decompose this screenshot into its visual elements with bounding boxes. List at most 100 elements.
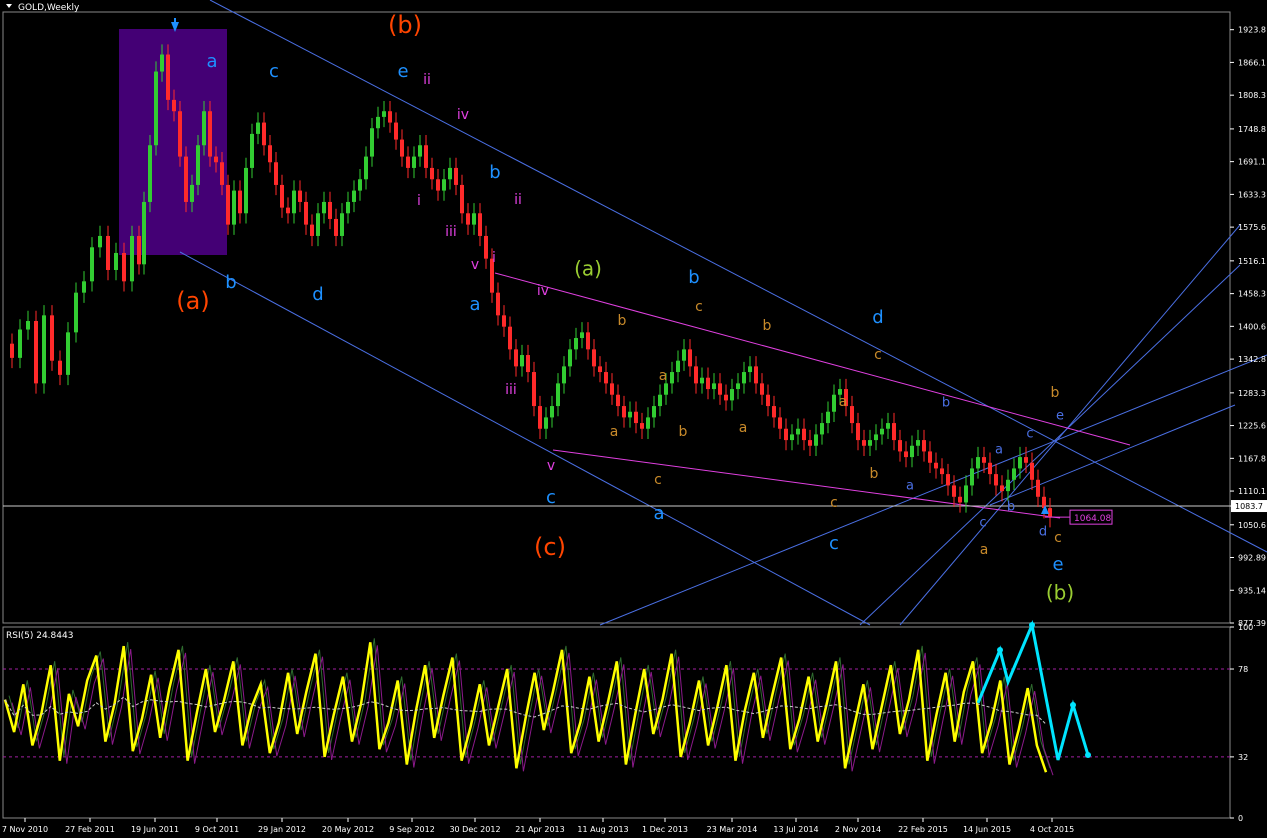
- candle-body: [964, 485, 968, 503]
- x-tick-label: 2 Nov 2014: [835, 825, 881, 834]
- candle-body: [142, 201, 146, 265]
- wave-label: c: [1026, 427, 1033, 442]
- candle-body: [892, 423, 896, 441]
- rsi-y-tick-label: 100: [1238, 623, 1253, 632]
- candle-body: [256, 122, 260, 134]
- candle-body: [484, 235, 488, 259]
- candle-body: [970, 468, 974, 486]
- y-tick-label: 1400.6: [1238, 322, 1266, 331]
- candle-body: [274, 162, 278, 185]
- candle-body: [952, 485, 956, 497]
- y-tick-label: 1691.1: [1238, 158, 1266, 167]
- candle-body: [766, 394, 770, 407]
- candle-body: [1036, 479, 1040, 497]
- candle-body: [904, 451, 908, 458]
- channel-line: [599, 354, 1267, 626]
- candle-body: [874, 434, 878, 441]
- candle-body: [742, 372, 746, 384]
- candle-body: [796, 428, 800, 435]
- candle-body: [310, 224, 314, 236]
- channel-line: [989, 404, 1236, 506]
- candle-body: [652, 406, 656, 418]
- candle-body: [1012, 468, 1016, 480]
- y-tick-label: 1808.3: [1238, 91, 1266, 100]
- candle-body: [646, 417, 650, 429]
- wave-label: a: [980, 542, 989, 558]
- wave-label: iii: [505, 382, 517, 398]
- candle-body: [178, 111, 182, 157]
- candle-body: [304, 201, 308, 225]
- x-tick-label: 9 Oct 2011: [195, 825, 239, 834]
- candle-body: [262, 122, 266, 146]
- candle-body: [622, 406, 626, 418]
- candle-body: [166, 54, 170, 100]
- candle-body: [706, 377, 710, 390]
- candle-body: [976, 457, 980, 469]
- wave-label: iii: [445, 224, 457, 240]
- wave-label: c: [1054, 530, 1062, 546]
- candle-body: [202, 111, 206, 146]
- candle-body: [694, 366, 698, 384]
- candle-body: [137, 235, 141, 265]
- arrow-head-icon: [1085, 752, 1091, 758]
- candle-body: [772, 406, 776, 418]
- arrow-head-icon: [1029, 622, 1035, 628]
- y-tick-label: 1866.1: [1238, 58, 1266, 67]
- candle-body: [802, 428, 806, 441]
- y-tick-label: 1110.1: [1238, 487, 1266, 496]
- candle-body: [640, 423, 644, 429]
- wave-label: a: [739, 420, 748, 436]
- wave-label: (a): [574, 257, 602, 281]
- y-tick-label: 1575.6: [1238, 223, 1266, 232]
- candle-body: [868, 440, 872, 446]
- candle-body: [226, 184, 230, 225]
- candle-body: [298, 190, 302, 202]
- wave-label: b: [942, 396, 950, 411]
- candle-body: [730, 389, 734, 401]
- wave-label: b: [1051, 385, 1060, 401]
- wave-label: ii: [514, 192, 522, 208]
- candle-body: [634, 411, 638, 424]
- rsi-line: [3, 642, 1048, 773]
- y-tick-label: 992.89: [1238, 554, 1266, 563]
- candle-body: [220, 162, 224, 185]
- wave-label: b: [679, 424, 688, 440]
- candle-body: [562, 366, 566, 384]
- candle-body: [502, 315, 506, 327]
- candle-body: [592, 349, 596, 367]
- candle-body: [700, 377, 704, 384]
- candle-body: [122, 252, 126, 282]
- candle-body: [286, 207, 290, 214]
- wave-label: iv: [457, 107, 469, 123]
- candle-body: [442, 179, 446, 191]
- candle-body: [982, 457, 986, 463]
- candle-body: [616, 394, 620, 407]
- candle-body: [208, 111, 212, 157]
- candle-body: [526, 355, 530, 373]
- rsi-panel-frame: [2, 626, 1231, 819]
- candle-body: [610, 383, 614, 395]
- chart-canvas[interactable]: GOLD,Weekly(b)(a)(c)(a)(b)a c ebdbacabdcei…: [0, 0, 1267, 838]
- x-tick-label: 19 Jun 2011: [131, 825, 179, 834]
- candle-body: [748, 366, 752, 373]
- candle-body: [604, 372, 608, 384]
- candle-body: [160, 54, 164, 72]
- candle-body: [820, 423, 824, 435]
- candle-body: [26, 321, 30, 330]
- candle-body: [10, 343, 14, 358]
- candle-body: [856, 423, 860, 441]
- candle-body: [556, 383, 560, 407]
- candle-body: [580, 332, 584, 339]
- candle-body: [114, 252, 118, 270]
- candle-body: [50, 315, 54, 361]
- candle-body: [322, 201, 326, 214]
- candle-body: [42, 315, 46, 384]
- wave-label: i: [492, 250, 496, 266]
- candle-body: [280, 184, 284, 208]
- x-tick-label: 14 Jun 2015: [963, 825, 1011, 834]
- candle-body: [628, 411, 632, 418]
- candle-body: [1006, 479, 1010, 492]
- candle-body: [184, 156, 188, 202]
- candle-body: [98, 235, 102, 248]
- wave-label: c: [546, 487, 556, 508]
